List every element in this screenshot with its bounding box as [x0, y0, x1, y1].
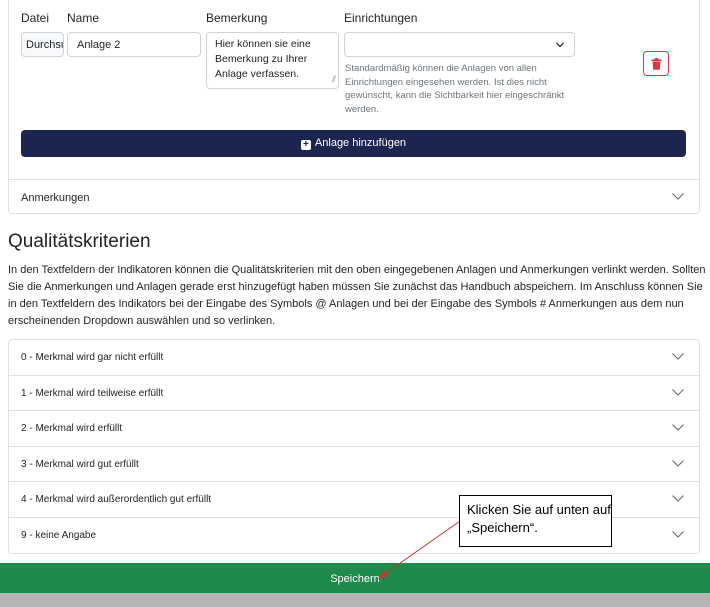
bottom-strip	[0, 593, 710, 607]
accordion-item-label: 2 - Merkmal wird erfüllt	[21, 423, 123, 434]
accordion-item-label: 3 - Merkmal wird gut erfüllt	[21, 458, 139, 470]
bemerkung-text: Hier können sie eine Bemerkung zu Ihrer …	[215, 38, 311, 80]
accordion-item-merkmal-2[interactable]: 2 - Merkmal wird erfüllt	[9, 411, 699, 447]
trash-icon	[651, 58, 662, 70]
chevron-down-icon	[672, 353, 684, 360]
chevron-down-icon	[672, 495, 684, 502]
delete-anlage-button[interactable]	[643, 51, 669, 76]
add-anlage-button[interactable]: + Anlage hinzufügen	[21, 130, 686, 157]
einrichtungen-select[interactable]	[344, 32, 575, 57]
chevron-down-icon	[672, 530, 684, 538]
chevron-down-icon	[556, 42, 564, 48]
accordion-item-label: 4 - Merkmal wird außerordentlich gut erf…	[21, 494, 212, 505]
save-button[interactable]: Speichern	[0, 563, 710, 593]
section-title-qualitaetskriterien: Qualitätskriterien	[8, 231, 151, 252]
accordion-item-merkmal-1[interactable]: 1 - Merkmal wird teilweise erfüllt	[9, 376, 699, 411]
section-description: In den Textfeldern der Indikatoren könne…	[8, 264, 706, 327]
save-button-label: Speichern	[330, 573, 380, 585]
file-browse-button[interactable]: Durchsuchen...	[21, 32, 64, 57]
chevron-down-icon	[672, 388, 684, 396]
accordion-item-label: 1 - Merkmal wird teilweise erfüllt	[21, 387, 164, 399]
accordion-item-merkmal-0[interactable]: 0 - Merkmal wird gar nicht erfüllt	[9, 340, 699, 376]
chevron-down-icon	[672, 424, 684, 431]
resize-handle-icon[interactable]: ⫽	[332, 72, 336, 87]
column-header-einrichtungen: Einrichtungen	[344, 11, 418, 25]
instruction-callout: Klicken Sie auf unten auf „Speichern“.	[459, 495, 612, 547]
add-anlage-label: Anlage hinzufügen	[314, 137, 407, 149]
column-header-bemerkung: Bemerkung	[206, 11, 268, 25]
bemerkung-textarea[interactable]: Hier können sie eine Bemerkung zu Ihrer …	[206, 32, 339, 89]
accordion-anmerkungen-label: Anmerkungen	[21, 192, 90, 204]
accordion-anmerkungen[interactable]: Anmerkungen	[8, 179, 700, 214]
plus-square-icon: +	[300, 140, 311, 150]
column-header-name: Name	[67, 11, 100, 25]
chevron-down-icon	[672, 459, 684, 467]
accordion-item-label: 0 - Merkmal wird gar nicht erfüllt	[21, 352, 164, 363]
accordion-item-merkmal-3[interactable]: 3 - Merkmal wird gut erfüllt	[9, 447, 699, 482]
chevron-down-icon	[672, 193, 684, 200]
einrichtungen-help-text: Standardmäßig können die Anlagen von all…	[345, 63, 565, 115]
accordion-item-label: 9 - keine Angabe	[21, 529, 97, 541]
column-header-datei: Datei	[21, 11, 50, 25]
anlage-name-input[interactable]: Anlage 2	[67, 32, 201, 57]
